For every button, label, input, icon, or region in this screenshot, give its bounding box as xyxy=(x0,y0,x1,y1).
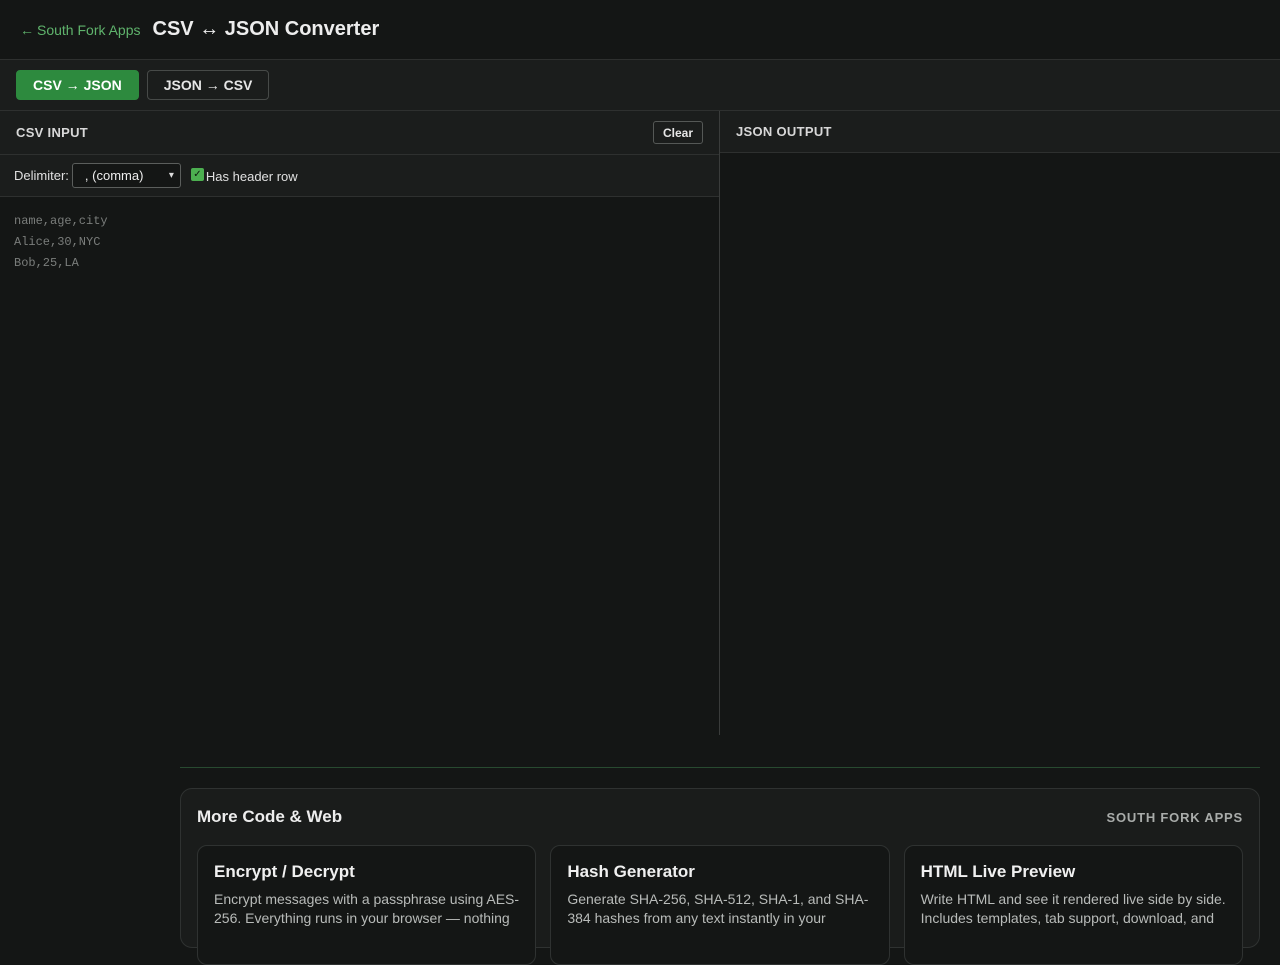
csv-options-row: Delimiter: , (comma) ▾ ✓ Has header row xyxy=(0,155,719,197)
csv-input-header: CSV INPUT Clear xyxy=(0,111,719,155)
arrow-left-icon: ← xyxy=(20,21,34,38)
clear-button[interactable]: Clear xyxy=(652,121,703,144)
brand-tag[interactable]: SOUTH FORK APPS xyxy=(1107,810,1243,825)
csv-input-title: CSV INPUT xyxy=(16,125,89,140)
delimiter-value: , (comma) xyxy=(84,168,144,183)
back-link[interactable]: ← South Fork Apps xyxy=(20,22,141,38)
tool-card-title: HTML Live Preview xyxy=(920,862,1076,881)
section-divider xyxy=(180,767,1260,768)
csv-input-textarea[interactable]: name,age,city Alice,30,NYC Bob,25,LA xyxy=(0,197,719,288)
tool-card-description: Generate SHA-256, SHA-512, SHA-1, and SH… xyxy=(567,891,869,926)
mode-csv-to-json-button[interactable]: CSV → JSON xyxy=(16,70,139,100)
chevron-down-icon: ▾ xyxy=(168,170,174,181)
app-header: ← South Fork Apps CSV ↔ JSON Converter xyxy=(0,0,1280,60)
tools-grid: Encrypt / Decrypt Encrypt messages with … xyxy=(197,845,1243,965)
tool-card-encrypt-decrypt[interactable]: Encrypt / Decrypt Encrypt messages with … xyxy=(197,845,537,965)
csv-input-panel: CSV INPUT Clear Delimiter: , (comma) ▾ ✓… xyxy=(0,111,720,735)
json-output-area[interactable] xyxy=(720,153,1280,733)
delimiter-select[interactable]: , (comma) ▾ xyxy=(71,163,181,188)
delimiter-label: Delimiter: xyxy=(14,168,69,183)
more-tools-title: More Code & Web xyxy=(197,807,343,826)
tool-card-html-live-preview[interactable]: HTML Live Preview Write HTML and see it … xyxy=(903,845,1243,965)
header-row-checkbox[interactable]: ✓ xyxy=(190,168,204,181)
header-row-label: Has header row xyxy=(205,169,298,184)
tool-card-title: Encrypt / Decrypt xyxy=(214,862,355,881)
tool-card-hash-generator[interactable]: Hash Generator Generate SHA-256, SHA-512… xyxy=(550,845,890,965)
more-tools-section: More Code & Web SOUTH FORK APPS Encrypt … xyxy=(180,788,1260,965)
tool-card-description: Write HTML and see it rendered live side… xyxy=(920,891,1226,926)
json-output-title: JSON OUTPUT xyxy=(736,124,832,139)
json-output-header: JSON OUTPUT xyxy=(720,111,1280,153)
back-link-label: South Fork Apps xyxy=(37,21,141,38)
tool-card-title: Hash Generator xyxy=(567,862,695,881)
json-output-panel: JSON OUTPUT xyxy=(720,111,1280,735)
mode-toolbar: CSV → JSON JSON → CSV xyxy=(0,60,1280,111)
mode-json-to-csv-button[interactable]: JSON → CSV xyxy=(146,70,270,100)
page-title: CSV ↔ JSON Converter xyxy=(152,18,380,40)
tool-card-description: Encrypt messages with a passphrase using… xyxy=(214,891,520,926)
